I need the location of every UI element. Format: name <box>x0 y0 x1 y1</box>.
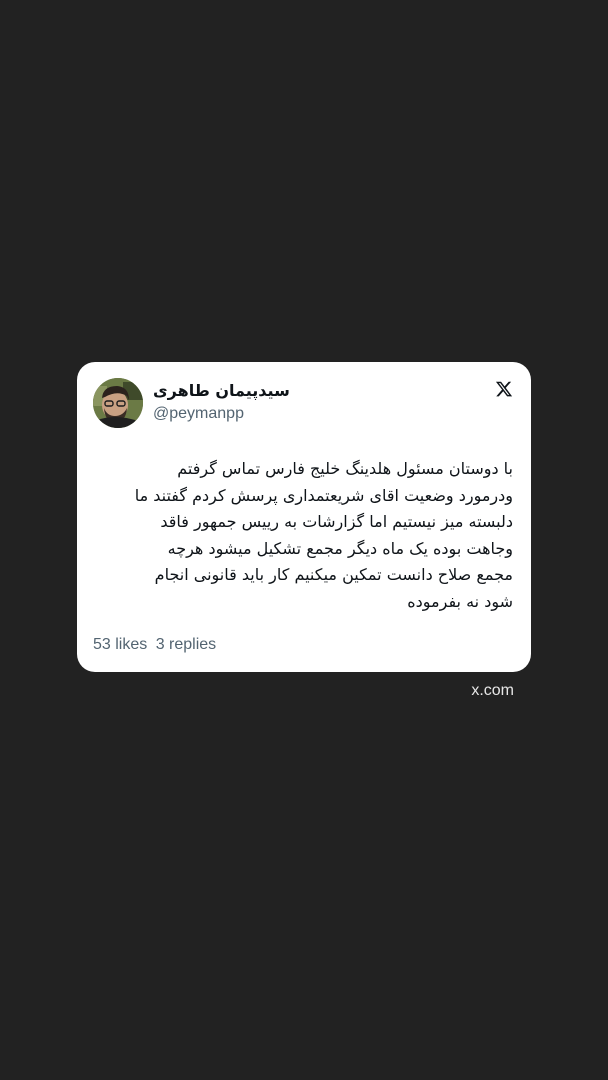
avatar-image <box>93 378 143 428</box>
tweet-text: با دوستان مسئول هلدینگ خلیج فارس تماس گر… <box>134 459 513 611</box>
avatar[interactable] <box>93 378 143 428</box>
likes-count[interactable]: 53 likes <box>93 636 147 653</box>
display-name[interactable]: سیدپیمان طاهری <box>153 381 290 400</box>
x-logo-icon[interactable] <box>495 380 513 398</box>
user-handle[interactable]: @peymanpp <box>153 405 244 423</box>
source-label: x.com <box>471 682 514 699</box>
tweet-stats: 53 likes 3 replies <box>93 636 220 654</box>
replies-count[interactable]: 3 replies <box>156 636 216 653</box>
tweet-card[interactable]: سیدپیمان طاهری @peymanpp با دوستان مسئول… <box>77 362 531 672</box>
